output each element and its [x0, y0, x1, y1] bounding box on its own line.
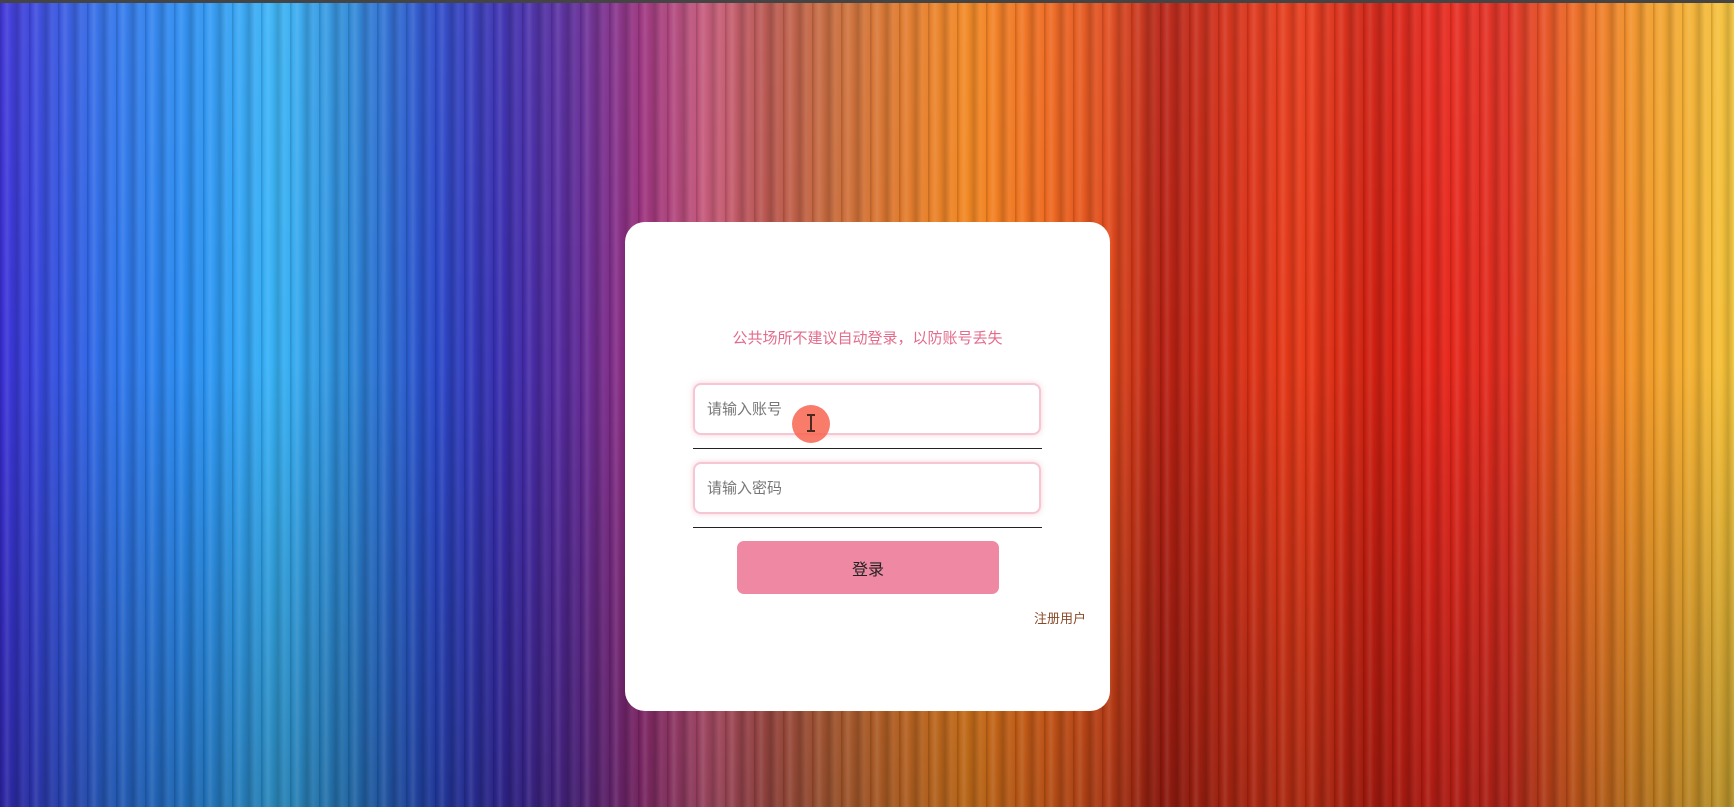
password-field[interactable]	[693, 462, 1041, 514]
username-underline	[693, 448, 1042, 449]
login-button[interactable]: 登录	[737, 541, 999, 594]
window-top-edge	[0, 0, 1734, 3]
login-card: 公共场所不建议自动登录，以防账号丢失 登录 注册用户	[625, 222, 1110, 711]
password-underline	[693, 527, 1042, 528]
security-notice: 公共场所不建议自动登录，以防账号丢失	[732, 329, 1003, 347]
username-field[interactable]	[693, 383, 1041, 435]
username-input[interactable]	[695, 385, 1039, 433]
register-link[interactable]: 注册用户	[1034, 608, 1086, 627]
password-input[interactable]	[695, 464, 1039, 512]
